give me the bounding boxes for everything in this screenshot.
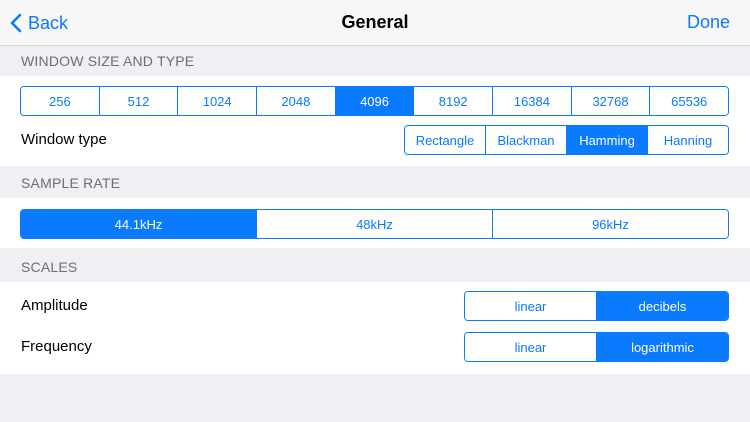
sample-rate-control: 44.1kHz 48kHz 96kHz xyxy=(20,209,729,239)
sample-rate-option-96khz[interactable]: 96kHz xyxy=(492,210,728,238)
window-size-option-65536[interactable]: 65536 xyxy=(649,87,728,115)
amplitude-option-linear[interactable]: linear xyxy=(465,292,596,320)
window-type-option-hanning[interactable]: Hanning xyxy=(647,126,728,154)
window-size-option-4096[interactable]: 4096 xyxy=(334,87,414,115)
window-type-label: Window type xyxy=(21,131,107,148)
window-size-option-32768[interactable]: 32768 xyxy=(570,87,650,115)
window-size-option-512[interactable]: 512 xyxy=(98,87,178,115)
sample-rate-option-48khz[interactable]: 48kHz xyxy=(256,210,492,238)
done-button[interactable]: Done xyxy=(687,12,730,33)
frequency-label: Frequency xyxy=(21,338,92,355)
window-type-option-rectangle[interactable]: Rectangle xyxy=(405,126,485,154)
window-size-option-16384[interactable]: 16384 xyxy=(492,87,571,115)
window-size-option-256[interactable]: 256 xyxy=(21,87,99,115)
section-header-sample-rate: SAMPLE RATE xyxy=(21,175,121,191)
sample-rate-option-44-1khz[interactable]: 44.1kHz xyxy=(21,210,256,238)
navigation-bar: Back General Done xyxy=(0,0,750,46)
window-size-control: 256 512 1024 2048 4096 8192 16384 32768 65536 xyxy=(20,86,729,116)
page-title: General xyxy=(341,12,409,32)
window-size-option-2048[interactable]: 2048 xyxy=(256,87,335,115)
window-type-option-hamming[interactable]: Hamming xyxy=(566,126,647,154)
amplitude-option-decibels[interactable]: decibels xyxy=(596,292,728,320)
frequency-option-logarithmic[interactable]: logarithmic xyxy=(596,333,728,361)
window-size-option-1024[interactable]: 1024 xyxy=(177,87,257,115)
frequency-scale-control: linear logarithmic xyxy=(464,332,729,362)
window-type-control: Rectangle Blackman Hamming Hanning xyxy=(404,125,729,155)
frequency-option-linear[interactable]: linear xyxy=(465,333,596,361)
section-header-scales: SCALES xyxy=(21,259,78,275)
section-header-window: WINDOW SIZE AND TYPE xyxy=(21,53,195,69)
window-size-option-8192[interactable]: 8192 xyxy=(413,87,493,115)
amplitude-label: Amplitude xyxy=(21,297,88,314)
amplitude-scale-control: linear decibels xyxy=(464,291,729,321)
window-type-option-blackman[interactable]: Blackman xyxy=(485,126,566,154)
